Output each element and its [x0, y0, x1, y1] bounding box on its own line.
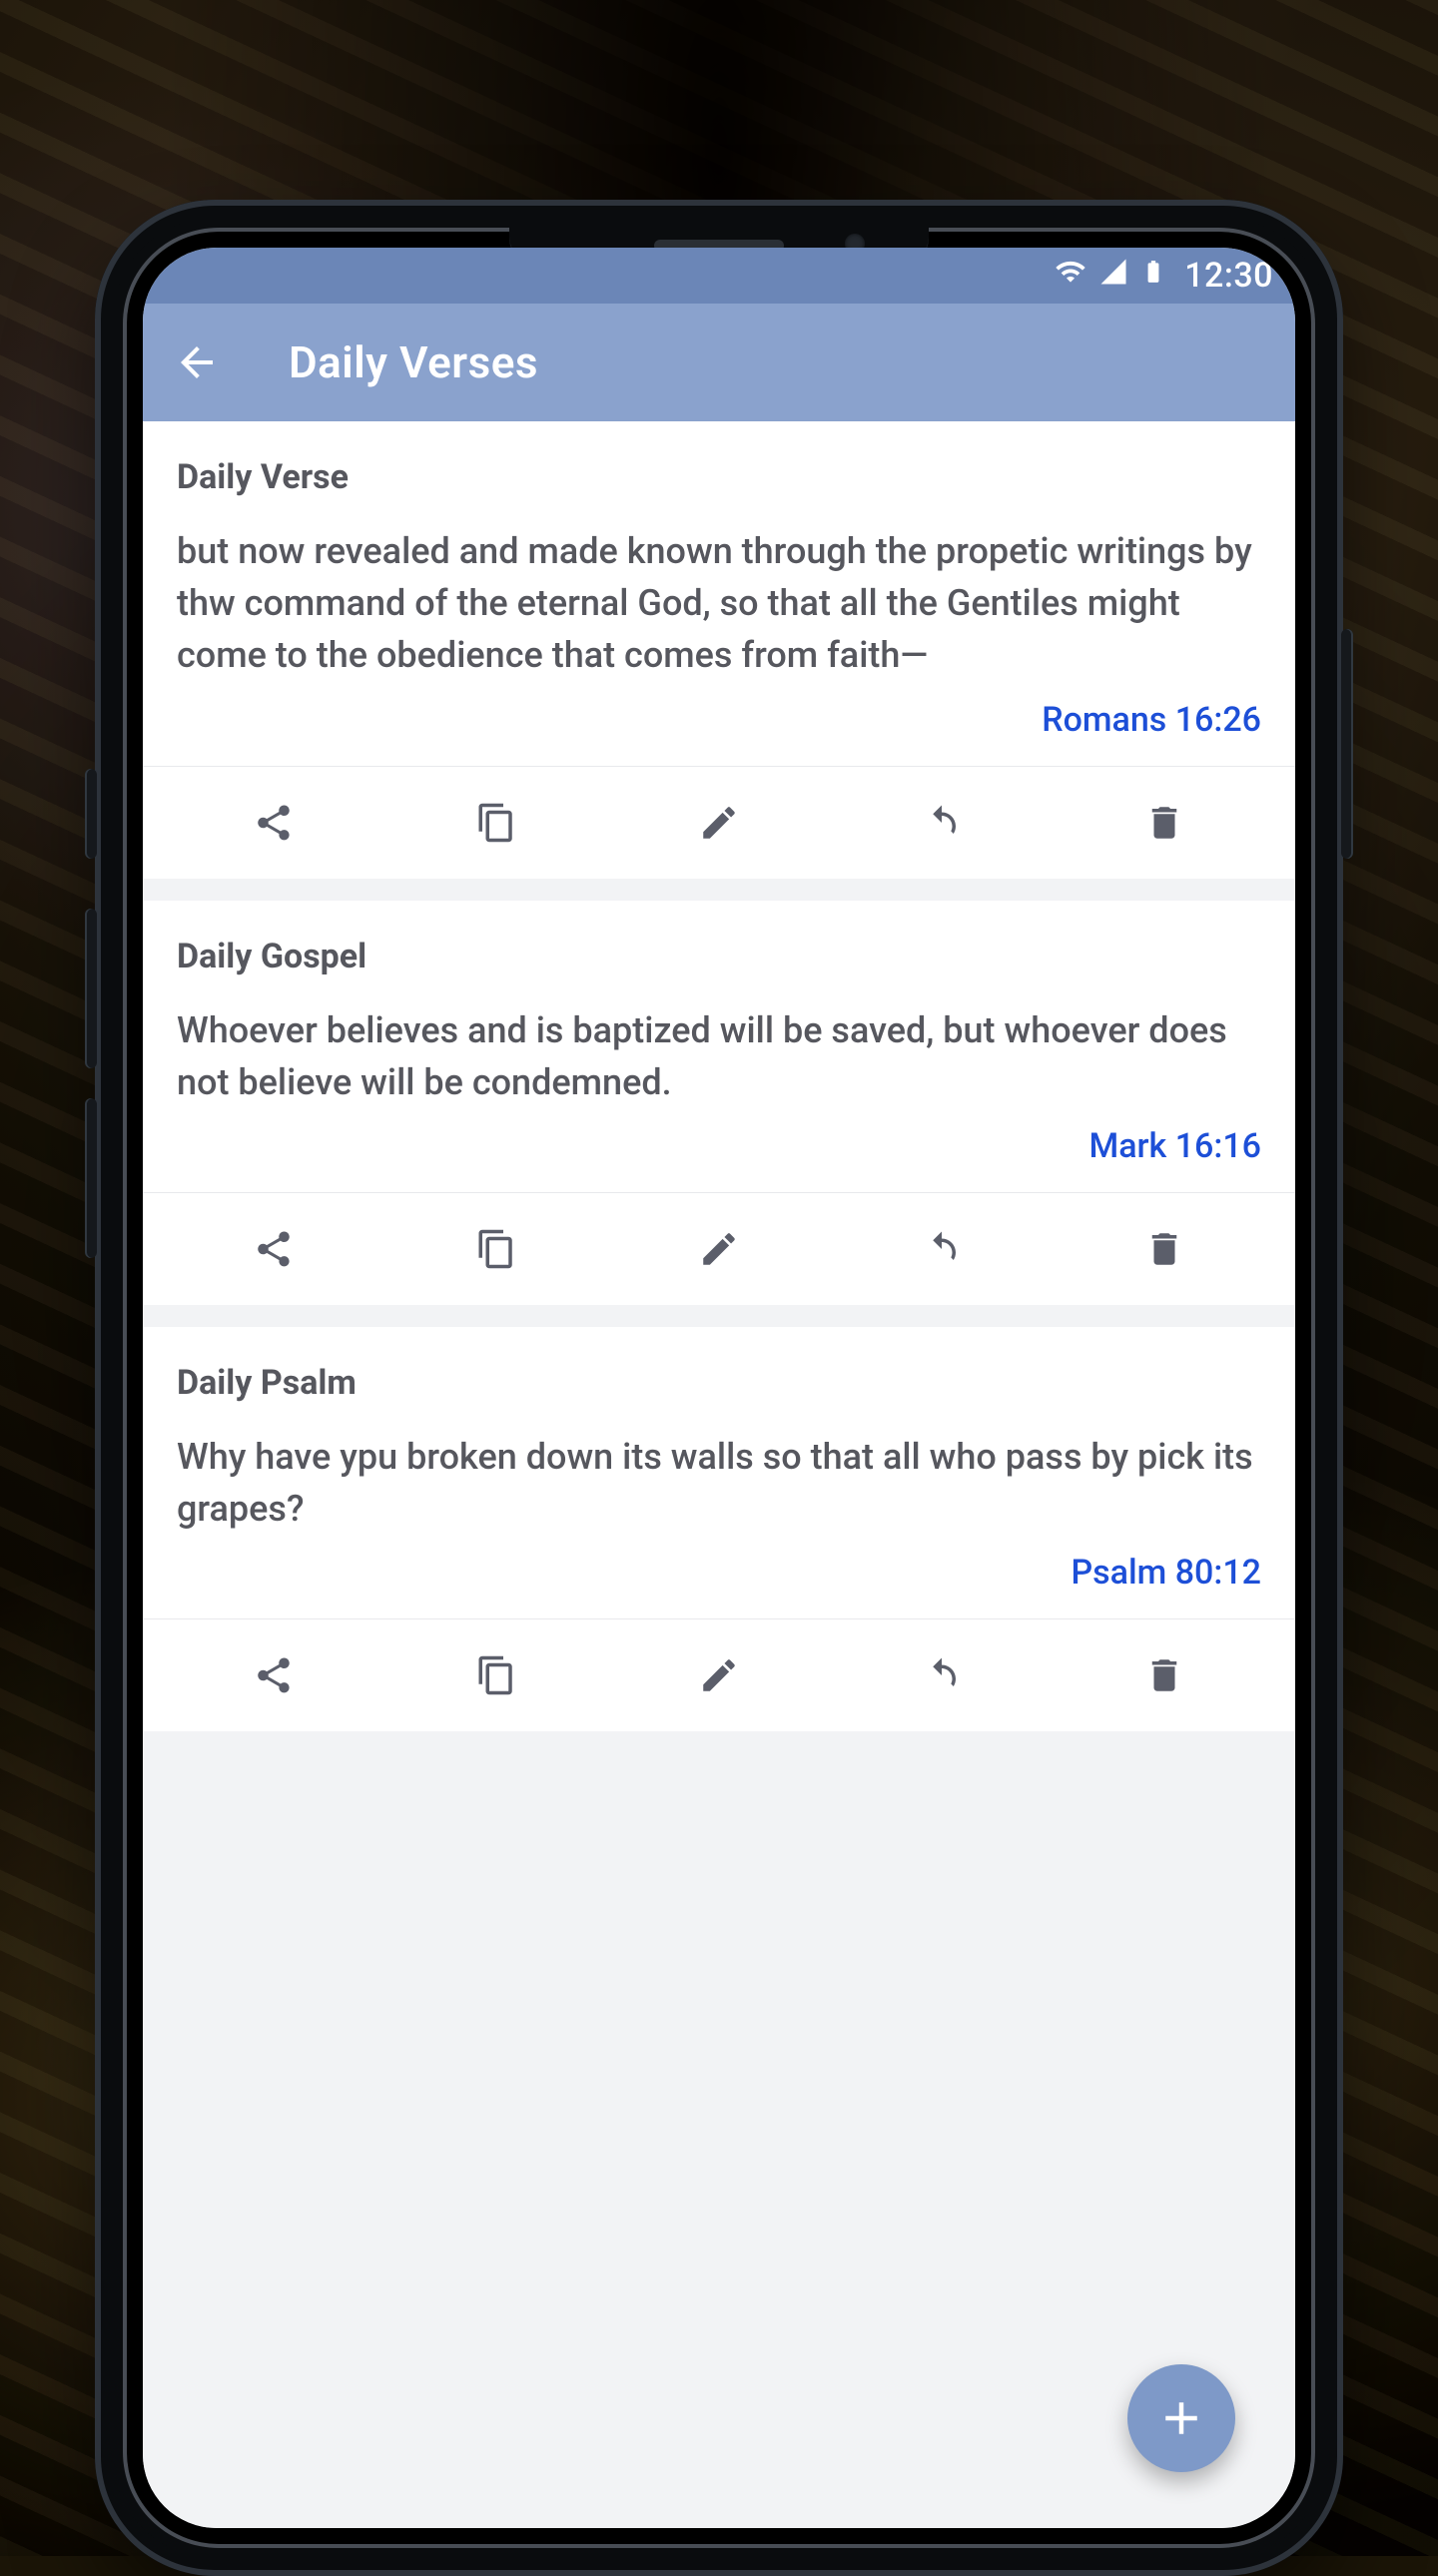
verse-text: but now revealed and made known through …	[177, 525, 1261, 682]
share-icon	[253, 1228, 295, 1270]
status-bar: 12:30	[143, 248, 1295, 304]
copy-icon	[475, 1654, 517, 1696]
refresh-button[interactable]	[902, 1219, 982, 1279]
share-icon	[253, 1654, 295, 1696]
edit-icon	[698, 802, 740, 844]
verse-card: Daily Gospel Whoever believes and is bapt…	[143, 901, 1295, 1305]
power-button	[1341, 629, 1353, 859]
page-title: Daily Verses	[289, 336, 538, 388]
volume-up-button	[85, 909, 97, 1068]
copy-icon	[475, 802, 517, 844]
verse-card: Daily Verse but now revealed and made kno…	[143, 421, 1295, 879]
delete-button[interactable]	[1124, 793, 1204, 853]
clock-text: 12:30	[1184, 256, 1273, 296]
card-actions	[143, 1618, 1295, 1731]
share-button[interactable]	[234, 1219, 314, 1279]
share-button[interactable]	[234, 793, 314, 853]
wifi-icon	[1055, 256, 1086, 297]
card-title: Daily Psalm	[177, 1363, 1261, 1403]
verse-text: Whoever believes and is baptized will be…	[177, 1004, 1261, 1108]
edit-button[interactable]	[679, 1219, 759, 1279]
delete-button[interactable]	[1124, 1219, 1204, 1279]
verse-reference[interactable]: Romans 16:26	[177, 700, 1261, 740]
share-icon	[253, 802, 295, 844]
verse-card: Daily Psalm Why have ypu broken down its …	[143, 1327, 1295, 1731]
verse-reference[interactable]: Mark 16:16	[177, 1126, 1261, 1166]
share-button[interactable]	[234, 1645, 314, 1705]
verse-text: Why have ypu broken down its walls so th…	[177, 1431, 1261, 1535]
refresh-icon	[921, 1654, 963, 1696]
screen: 12:30 Daily Verses Daily Verse but now re…	[143, 248, 1295, 2528]
edit-button[interactable]	[679, 1645, 759, 1705]
add-button[interactable]	[1127, 2364, 1235, 2472]
back-button[interactable]	[169, 338, 225, 386]
delete-icon	[1143, 1654, 1185, 1696]
device-frame: 12:30 Daily Verses Daily Verse but now re…	[95, 200, 1343, 2576]
edit-button[interactable]	[679, 793, 759, 853]
app-bar: Daily Verses	[143, 304, 1295, 421]
card-actions	[143, 1192, 1295, 1305]
delete-icon	[1143, 802, 1185, 844]
refresh-button[interactable]	[902, 1645, 982, 1705]
copy-icon	[475, 1228, 517, 1270]
copy-button[interactable]	[456, 793, 536, 853]
volume-down-button	[85, 1098, 97, 1258]
delete-button[interactable]	[1124, 1645, 1204, 1705]
card-title: Daily Verse	[177, 457, 1261, 497]
copy-button[interactable]	[456, 1219, 536, 1279]
card-actions	[143, 766, 1295, 879]
battery-icon	[1140, 255, 1166, 298]
edit-icon	[698, 1228, 740, 1270]
copy-button[interactable]	[456, 1645, 536, 1705]
cellular-icon	[1098, 256, 1128, 296]
refresh-icon	[921, 1228, 963, 1270]
mute-switch	[85, 769, 97, 859]
content-scroll[interactable]: Daily Verse but now revealed and made kno…	[143, 421, 1295, 2528]
edit-icon	[698, 1654, 740, 1696]
delete-icon	[1143, 1228, 1185, 1270]
refresh-icon	[921, 802, 963, 844]
refresh-button[interactable]	[902, 793, 982, 853]
verse-reference[interactable]: Psalm 80:12	[177, 1553, 1261, 1593]
card-title: Daily Gospel	[177, 937, 1261, 976]
